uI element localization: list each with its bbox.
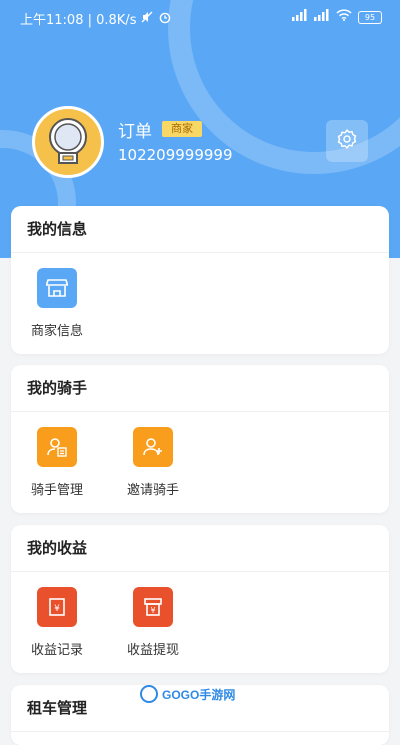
- item-label: 收益提现: [126, 643, 179, 658]
- svg-text:¥: ¥: [150, 606, 155, 615]
- alarm-icon: [158, 10, 172, 28]
- avatar[interactable]: [32, 106, 104, 178]
- watermark: GOGO手游网: [140, 685, 235, 703]
- section-title: 我的收益: [11, 525, 389, 572]
- income-record-icon: ¥: [37, 587, 77, 627]
- wifi-icon: [336, 9, 352, 25]
- role-badge: 商家: [162, 121, 202, 137]
- income-record-button[interactable]: ¥ 收益记录: [17, 587, 97, 658]
- section-title: 我的骑手: [11, 365, 389, 412]
- rider-manage-button[interactable]: 骑手管理: [17, 427, 97, 498]
- section-card-income: 我的收益 ¥ 收益记录 ¥ 收益提现: [11, 525, 389, 673]
- item-label: 骑手管理: [30, 483, 83, 498]
- withdraw-icon: ¥: [133, 587, 173, 627]
- profile-name: 订单: [118, 122, 152, 142]
- section-card-info: 我的信息 商家信息: [11, 206, 389, 354]
- item-label: 商家信息: [30, 324, 83, 339]
- item-label: 邀请骑手: [126, 483, 179, 498]
- store-icon: [37, 268, 77, 308]
- section-card-riders: 我的骑手 骑手管理 邀请骑手: [11, 365, 389, 513]
- settings-button[interactable]: [326, 120, 368, 162]
- status-time: 上午11:08 | 0.8K/s: [20, 13, 137, 28]
- signal-icon: [292, 9, 308, 25]
- item-label: 收益记录: [30, 643, 83, 658]
- section-title: 我的信息: [11, 206, 389, 253]
- rider-manage-icon: [37, 427, 77, 467]
- battery-icon: 95: [358, 10, 382, 24]
- withdraw-button[interactable]: ¥ 收益提现: [113, 587, 193, 658]
- mute-icon: [140, 10, 154, 28]
- invite-rider-button[interactable]: 邀请骑手: [113, 427, 193, 498]
- svg-text:¥: ¥: [54, 604, 60, 614]
- watermark-logo-icon: [140, 685, 158, 703]
- profile-phone: 102209999999: [118, 146, 233, 164]
- signal-icon: [314, 9, 330, 25]
- gear-icon: [336, 128, 358, 154]
- invite-rider-icon: [133, 427, 173, 467]
- store-info-button[interactable]: 商家信息: [17, 268, 97, 339]
- status-bar: 上午11:08 | 0.8K/s 95: [0, 0, 400, 34]
- watermark-text: GOGO手游网: [162, 687, 236, 702]
